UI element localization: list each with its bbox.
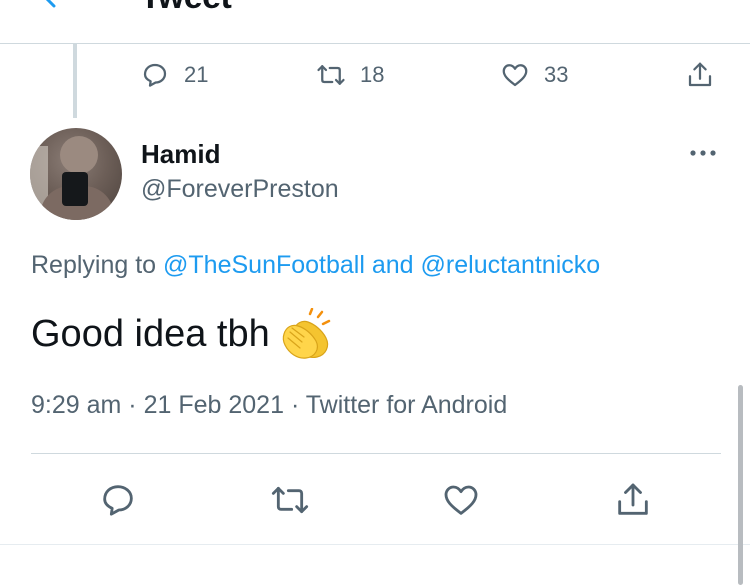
- retweet-icon[interactable]: [270, 480, 310, 520]
- tweet-detail-page: Tweet 21 18 33: [0, 0, 750, 585]
- parent-like-count: 33: [544, 62, 569, 87]
- parent-like-action[interactable]: 33: [500, 60, 568, 90]
- tweet-date: 21 Feb 2021: [143, 391, 284, 419]
- avatar[interactable]: [30, 128, 122, 220]
- user-handle[interactable]: @ForeverPreston: [141, 175, 339, 204]
- mention-reluctantnicko[interactable]: @reluctantnicko: [421, 251, 601, 279]
- scrollbar[interactable]: [738, 385, 743, 585]
- share-icon[interactable]: [613, 480, 653, 520]
- replying-to-line: Replying to @TheSunFootball and @relucta…: [31, 251, 600, 280]
- replying-to-label: Replying to: [31, 251, 157, 279]
- heart-icon: [502, 64, 528, 87]
- tweet-bottom-divider: [0, 544, 750, 545]
- mention-thesunfootball[interactable]: @TheSunFootball: [163, 251, 365, 279]
- parent-reply-action[interactable]: 21: [140, 60, 208, 90]
- parent-retweet-count: 18: [360, 62, 385, 87]
- reply-icon[interactable]: [98, 480, 138, 520]
- tweet-text: Good idea tbh: [31, 308, 336, 360]
- heart-icon[interactable]: [441, 480, 481, 520]
- replying-and-label: and: [371, 251, 414, 279]
- display-name[interactable]: Hamid: [141, 139, 220, 170]
- retweet-icon: [317, 65, 345, 85]
- tweet-source[interactable]: Twitter for Android: [306, 391, 507, 419]
- parent-retweet-action[interactable]: 18: [316, 60, 384, 90]
- tweet-metadata: 9:29 am · 21 Feb 2021 · Twitter for Andr…: [31, 391, 507, 420]
- actions-divider: [31, 453, 721, 454]
- reply-icon: [143, 63, 167, 87]
- top-navigation-bar: Tweet: [0, 0, 750, 44]
- meta-separator: ·: [128, 391, 137, 419]
- parent-share-action[interactable]: [685, 60, 715, 90]
- parent-reply-count: 21: [184, 62, 209, 87]
- tweet-body: Good idea tbh: [31, 312, 270, 355]
- meta-separator: ·: [290, 391, 300, 419]
- header-divider: [0, 43, 750, 44]
- clapping-hands-icon: [282, 308, 330, 359]
- tweet-time: 9:29 am: [31, 391, 122, 419]
- parent-tweet-actions: 21 18 33: [0, 52, 750, 96]
- more-options-icon[interactable]: [686, 144, 720, 162]
- tweet-actions-bar: [0, 470, 750, 530]
- back-arrow-icon[interactable]: [40, 0, 62, 10]
- page-title: Tweet: [140, 0, 232, 17]
- share-icon: [688, 62, 712, 87]
